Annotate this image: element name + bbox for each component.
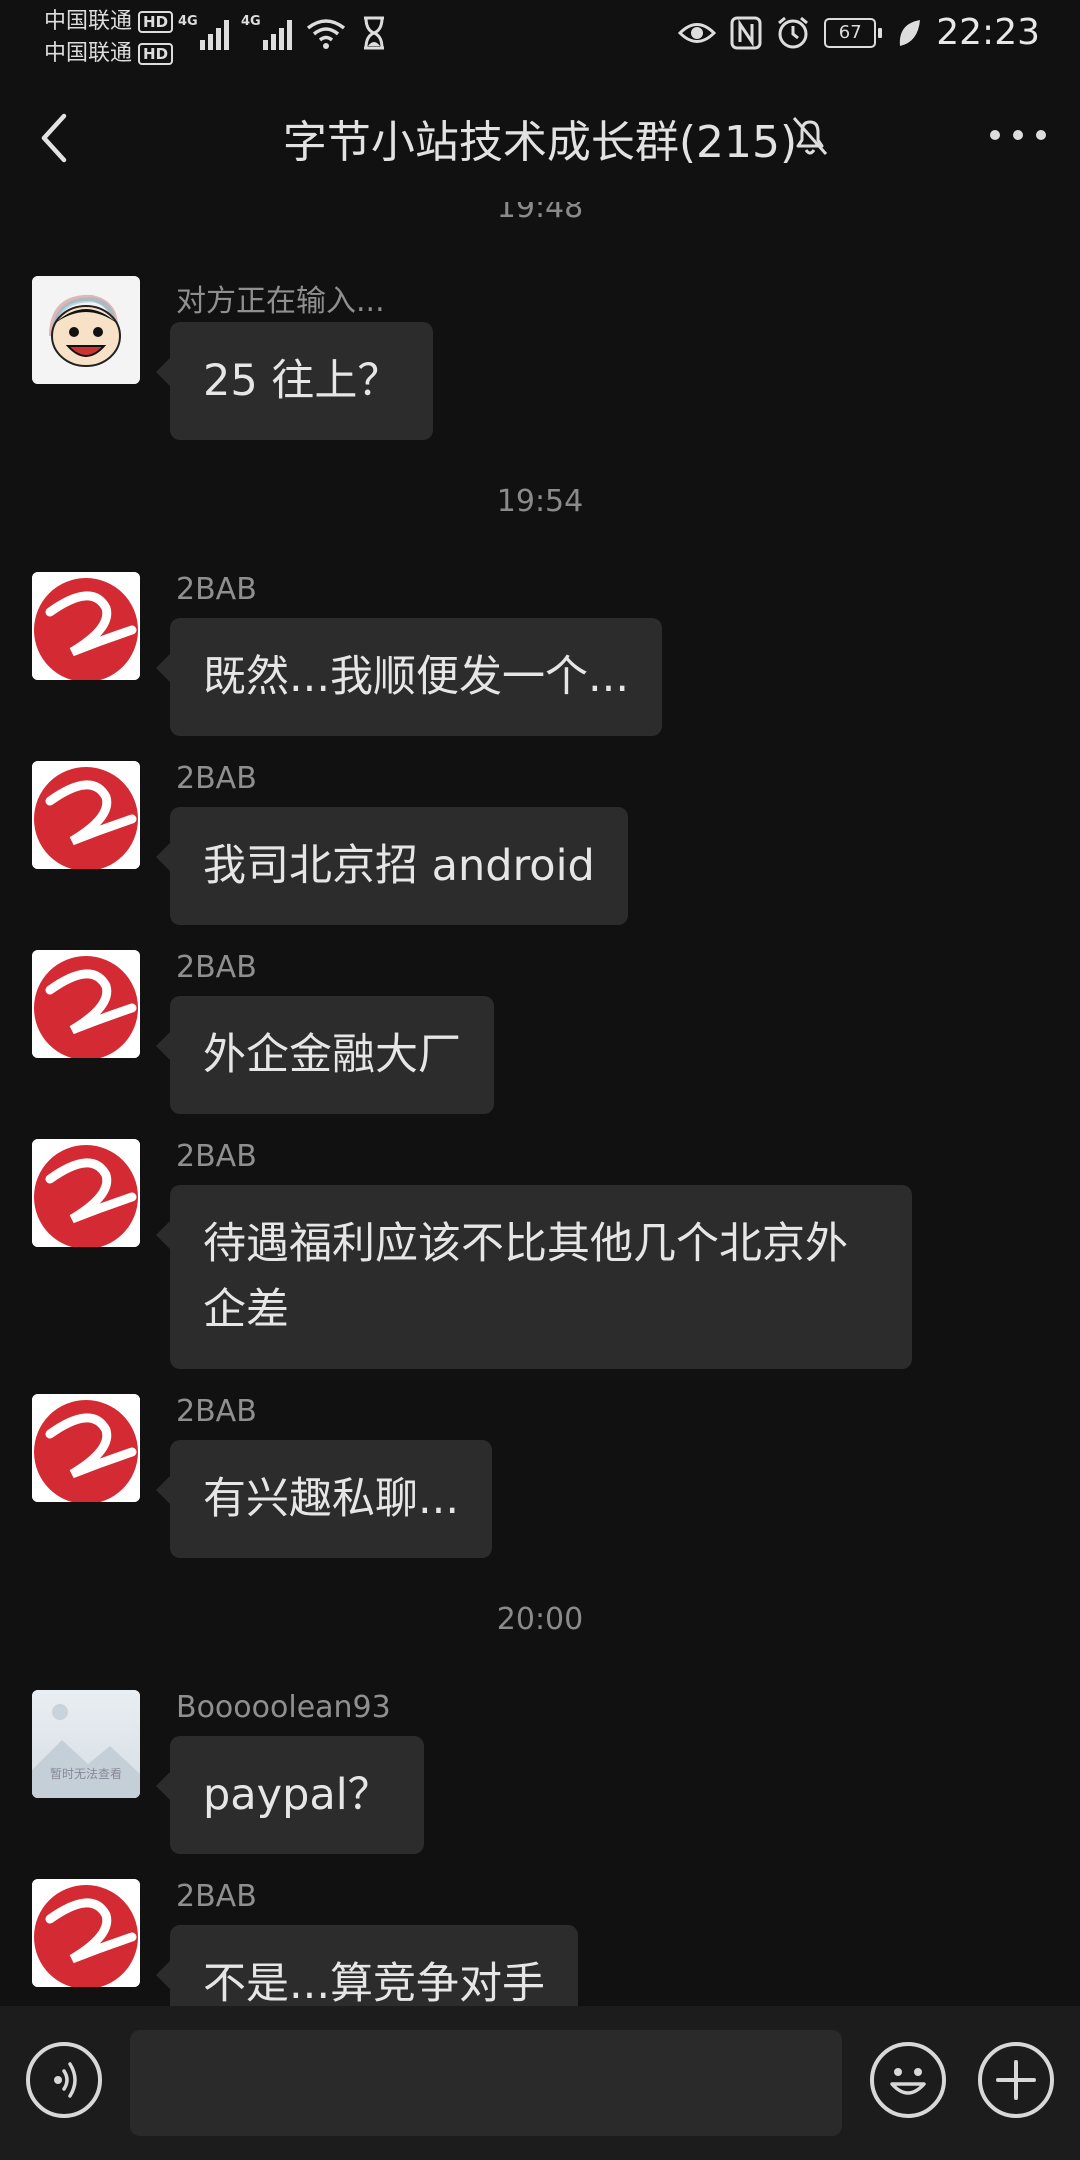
status-time: 22:23 xyxy=(936,12,1040,53)
more-functions-button[interactable] xyxy=(978,2042,1054,2118)
red-logo-avatar-icon xyxy=(32,1394,140,1502)
signal-icon: 4G xyxy=(241,14,292,50)
message-bubble[interactable]: paypal？ xyxy=(156,1736,424,1854)
avatar[interactable] xyxy=(32,761,140,869)
battery-icon: 67 xyxy=(824,17,883,48)
red-logo-avatar-icon xyxy=(32,1139,140,1247)
sender-name: 对方正在输入... xyxy=(176,284,385,319)
red-logo-avatar-icon xyxy=(32,1879,140,1987)
network-tag: 4G xyxy=(241,14,261,29)
timestamp: 20:00 xyxy=(496,1602,584,1637)
sender-name: 2BAB xyxy=(176,761,257,796)
placeholder-caption: 暂时无法查看 xyxy=(49,1767,122,1781)
message-bubble[interactable]: 待遇福利应该不比其他几个北京外 企差 xyxy=(156,1185,912,1369)
more-options-icon[interactable] xyxy=(990,130,1046,146)
nfc-icon xyxy=(730,16,762,49)
sender-name: 2BAB xyxy=(176,950,257,985)
chat-title: 字节小站技术成长群(215) xyxy=(282,117,798,168)
leaf-icon xyxy=(900,19,921,46)
cartoon-face-avatar-icon xyxy=(32,276,140,384)
network-tag: 4G xyxy=(178,14,198,29)
carrier-info: 中国联通 HD 中国联通 HD xyxy=(44,6,174,70)
status-bar: 中国联通 HD 中国联通 HD 4G 4G 67 22:23 xyxy=(0,0,1080,72)
sender-name: 2BAB xyxy=(176,1394,257,1429)
sender-name: Booooolean93 xyxy=(176,1690,391,1725)
voice-icon xyxy=(54,2062,77,2098)
sender-name: 2BAB xyxy=(176,1879,257,1914)
hourglass-icon xyxy=(364,16,384,50)
carrier-1-label: 中国联通 xyxy=(44,9,133,34)
battery-level: 67 xyxy=(824,17,877,48)
message-bubble[interactable]: 外企金融大厂 xyxy=(156,996,494,1114)
timestamp: 19:54 xyxy=(496,484,584,519)
message-bubble[interactable]: 有兴趣私聊... xyxy=(155,1440,493,1558)
eye-icon xyxy=(678,22,717,43)
title-bar: 字节小站技术成长群(215) xyxy=(0,72,1080,202)
signal-icon: 4G xyxy=(178,14,229,50)
message-bubble[interactable]: 25 往上？ xyxy=(155,322,434,440)
mute-bell-icon xyxy=(792,117,828,155)
avatar[interactable] xyxy=(32,572,140,680)
avatar[interactable] xyxy=(32,950,140,1058)
avatar[interactable] xyxy=(32,1139,140,1247)
message-bubble[interactable]: 既然...我顺便发一个... xyxy=(155,618,663,736)
message-bubble[interactable]: 不是...算竞争对手 xyxy=(155,1925,579,2006)
emoji-button[interactable] xyxy=(870,2042,946,2118)
avatar[interactable] xyxy=(32,1394,140,1502)
avatar[interactable] xyxy=(32,1879,140,1987)
smiley-icon xyxy=(890,2068,926,2095)
message-bubble[interactable]: 我司北京招 android xyxy=(156,807,628,925)
alarm-icon xyxy=(778,16,809,48)
timestamp: 19:48 xyxy=(496,202,584,225)
sender-name: 2BAB xyxy=(176,572,257,607)
message-input[interactable] xyxy=(130,2030,842,2136)
wifi-icon xyxy=(306,19,346,49)
red-logo-avatar-icon xyxy=(32,572,140,680)
carrier-2-label: 中国联通 xyxy=(44,41,133,66)
red-logo-avatar-icon xyxy=(32,761,140,869)
message-list[interactable]: 19:48 对方正在输入... 25 往上？ 19:54 2BAB 既然...我… xyxy=(0,202,1080,2006)
avatar[interactable] xyxy=(32,276,140,384)
hd-badge: HD xyxy=(138,11,174,33)
voice-input-button[interactable] xyxy=(26,2042,102,2118)
red-logo-avatar-icon xyxy=(32,950,140,1058)
image-placeholder-avatar-icon: 暂时无法查看 xyxy=(32,1690,140,1798)
hd-badge: HD xyxy=(138,43,174,65)
plus-icon xyxy=(996,2060,1036,2100)
input-bar xyxy=(0,2006,1080,2160)
avatar[interactable]: 暂时无法查看 xyxy=(32,1690,140,1798)
sender-name: 2BAB xyxy=(176,1139,257,1174)
